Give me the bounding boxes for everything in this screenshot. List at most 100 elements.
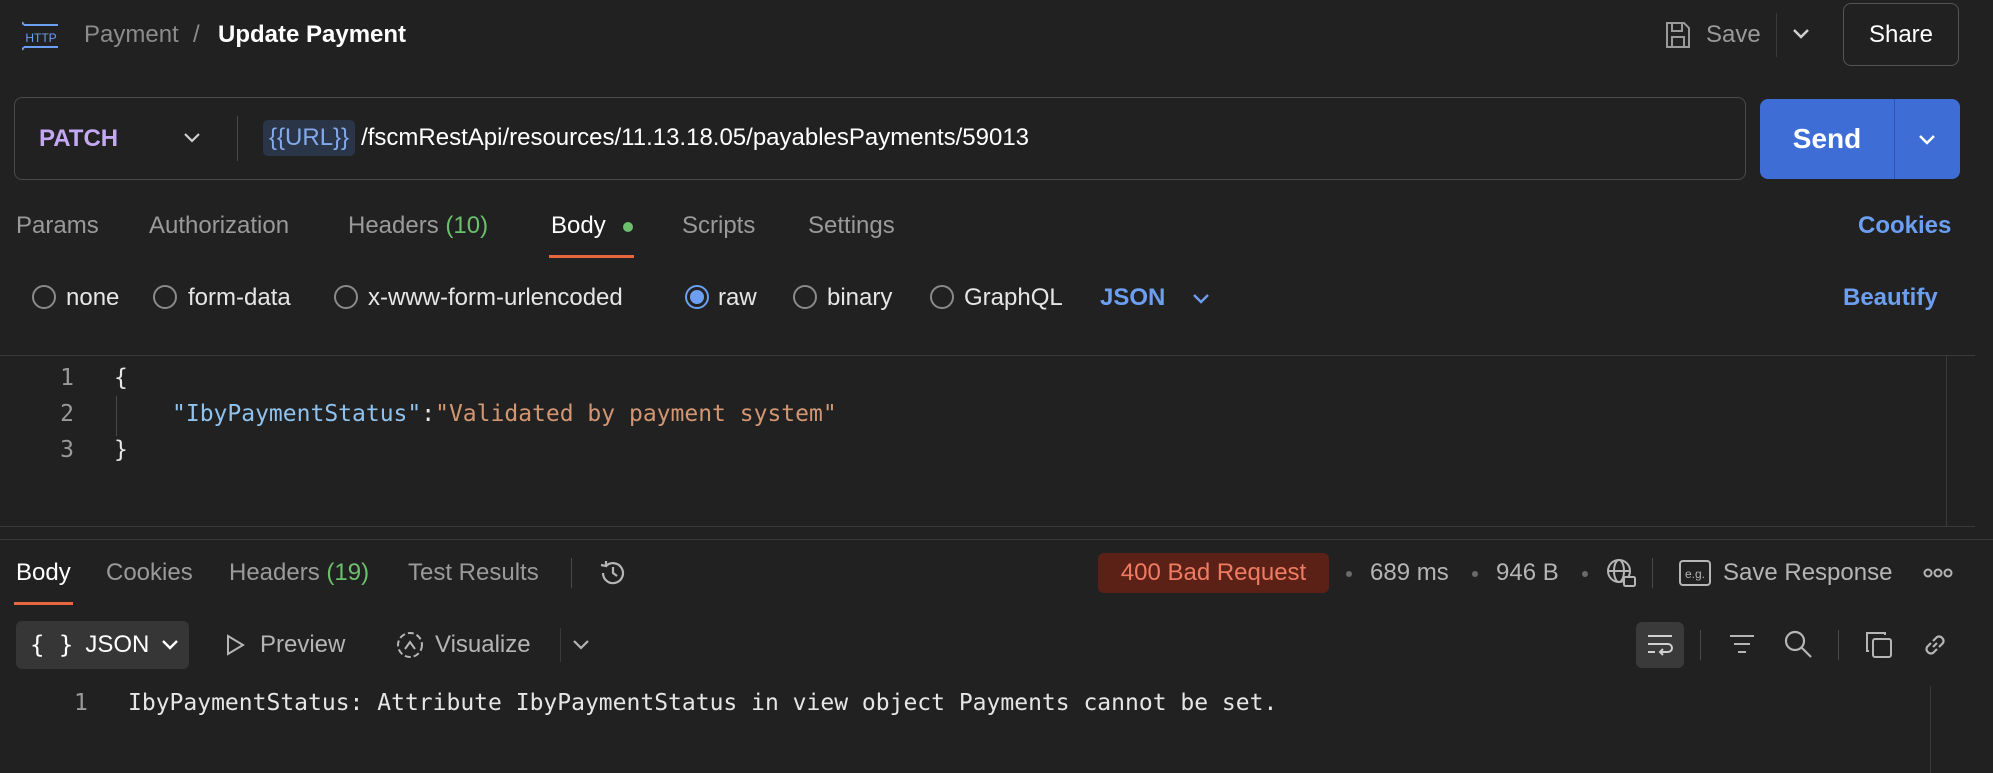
play-icon [224,633,246,657]
save-options-dropdown[interactable] [1776,13,1826,57]
tab-params[interactable]: Params [16,212,99,240]
word-wrap-toggle[interactable] [1636,622,1684,668]
radio-none[interactable] [32,285,56,309]
more-options-icon[interactable] [1923,566,1953,580]
url-bar: PATCH {{URL}} /fscmRestApi/resources/11.… [14,97,1746,180]
save-label: Save [1706,21,1761,48]
indent-guide [116,396,117,436]
response-body-text: IbyPaymentStatus: Attribute IbyPaymentSt… [128,690,1278,716]
divider [1838,630,1839,660]
radio-x-www-form-urlencoded[interactable] [334,285,358,309]
response-tab-test-results[interactable]: Test Results [408,559,539,587]
network-globe-icon[interactable] [1605,557,1637,589]
radio-label-x-www-form-urlencoded[interactable]: x-www-form-urlencoded [368,284,623,312]
tab-scripts[interactable]: Scripts [682,212,755,240]
tab-label: Params [16,212,99,239]
status-badge[interactable]: 400 Bad Request [1098,553,1329,593]
preview-label: Preview [260,631,346,658]
response-size[interactable]: 946 B [1496,559,1559,587]
code-open-brace: { [114,365,128,391]
visualize-label: Visualize [435,631,531,658]
radio-binary[interactable] [793,285,817,309]
separator-dot [1472,571,1478,577]
save-response-button[interactable]: e.g. Save Response [1679,557,1892,589]
tab-label: Scripts [682,212,756,239]
radio-graphql[interactable] [930,285,954,309]
radio-label-binary[interactable]: binary [827,284,892,312]
code-close-brace: } [114,437,128,463]
send-label: Send [1792,123,1862,154]
history-icon[interactable] [597,557,629,589]
line-number: 1 [74,690,88,716]
url-path: /fscmRestApi/resources/11.13.18.05/payab… [361,124,1030,151]
breadcrumb-separator: / [193,21,200,48]
separator-dot [1582,571,1588,577]
page-title[interactable]: Update Payment [218,21,406,49]
copy-icon[interactable] [1864,630,1894,660]
tab-label: Cookies [106,559,193,586]
request-body-editor[interactable]: 1 2 3 { "IbyPaymentStatus":"Validated by… [0,355,1975,527]
active-tab-underline [14,602,73,605]
tab-label: Authorization [149,212,290,239]
response-tab-headers[interactable]: Headers (19) [229,559,369,587]
filter-icon[interactable] [1728,632,1756,656]
radio-label-none[interactable]: none [66,284,119,312]
method-label: PATCH [39,124,119,152]
divider [1652,558,1653,588]
radio-raw[interactable] [685,285,709,309]
send-options-dropdown[interactable] [1895,99,1960,179]
header: HTTP Payment / Update Payment Save Share [0,0,1993,70]
tab-body[interactable]: Body [551,212,606,240]
editor-scrollbar-track[interactable] [1946,356,1947,526]
tab-label: Body [551,212,606,239]
body-modified-indicator [623,222,633,232]
code-line-2: "IbyPaymentStatus":"Validated by payment… [172,401,837,427]
example-icon: e.g. [1679,560,1711,586]
tab-authorization[interactable]: Authorization [149,212,289,240]
method-select[interactable]: PATCH [15,98,237,179]
headers-count: (10) [445,212,489,239]
response-scrollbar-track[interactable] [1930,686,1931,773]
breadcrumb-parent[interactable]: Payment [84,21,179,49]
chevron-down-icon [161,639,179,651]
tab-settings[interactable]: Settings [808,212,895,240]
response-tab-cookies[interactable]: Cookies [106,559,193,587]
divider [571,558,572,588]
radio-label-graphql[interactable]: GraphQL [964,284,1063,312]
send-button[interactable]: Send [1760,99,1894,179]
url-variable-chip[interactable]: {{URL}} [263,120,356,156]
radio-label-raw[interactable]: raw [718,284,757,312]
response-format-select[interactable]: { } JSON [16,621,189,669]
headers-count: (19) [326,559,370,586]
body-format-select[interactable]: JSON [1100,284,1211,312]
chevron-down-icon [183,132,201,144]
save-button[interactable]: Save [1664,18,1761,52]
cookies-link[interactable]: Cookies [1858,212,1951,240]
tab-label: Body [16,559,71,586]
radio-label-form-data[interactable]: form-data [188,284,291,312]
chevron-down-icon [1917,133,1937,146]
divider [1700,630,1701,660]
chevron-down-icon [1191,292,1211,305]
send-button-group: Send [1760,99,1960,179]
visualize-button[interactable]: Visualize [395,628,531,662]
response-tab-body[interactable]: Body [16,559,71,587]
response-time[interactable]: 689 ms [1370,559,1449,587]
divider [237,116,238,161]
url-input[interactable]: {{URL}} /fscmRestApi/resources/11.13.18.… [263,118,1029,158]
save-response-label: Save Response [1723,559,1893,586]
link-icon[interactable] [1920,630,1950,660]
line-number: 3 [60,437,74,463]
search-icon[interactable] [1783,629,1813,659]
preview-button[interactable]: Preview [224,628,345,662]
panel-divider[interactable] [0,539,1993,540]
visualize-icon [395,630,425,660]
radio-form-data[interactable] [153,285,177,309]
braces-icon: { } [30,631,74,659]
http-request-icon: HTTP [22,18,60,52]
chevron-down-icon [572,639,590,651]
share-button[interactable]: Share [1843,3,1959,66]
tab-headers[interactable]: Headers (10) [348,212,488,240]
visualize-options-dropdown[interactable] [560,628,600,662]
beautify-button[interactable]: Beautify [1843,284,1938,312]
